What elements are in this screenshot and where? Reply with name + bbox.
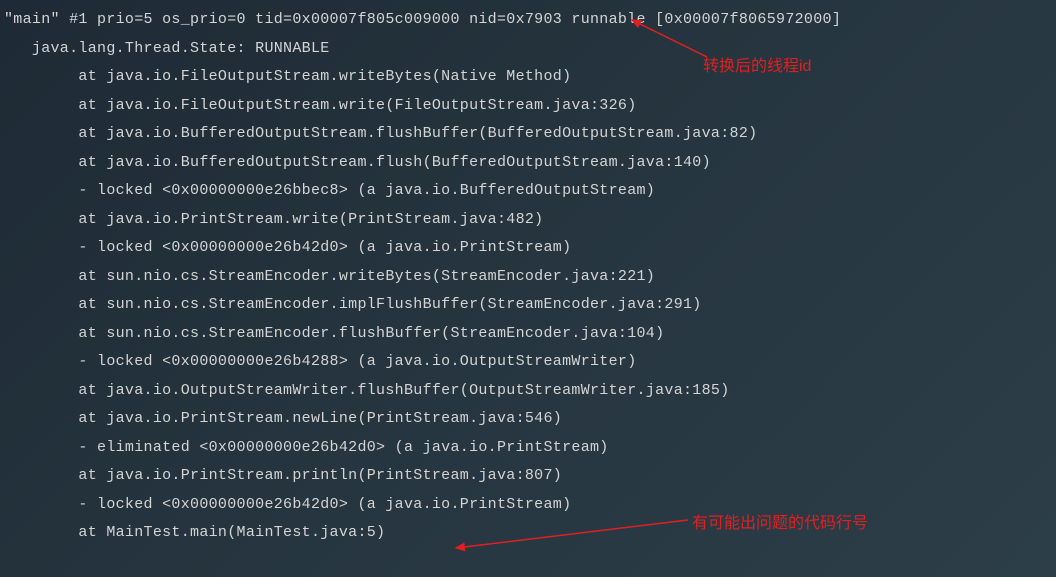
stack-frame: at sun.nio.cs.StreamEncoder.flushBuffer(… (4, 320, 1052, 349)
stack-frame: at java.io.PrintStream.println(PrintStre… (4, 462, 1052, 491)
stacktrace-header: "main" #1 prio=5 os_prio=0 tid=0x00007f8… (4, 6, 1052, 35)
stack-frame: at sun.nio.cs.StreamEncoder.implFlushBuf… (4, 291, 1052, 320)
stack-frame: - locked <0x00000000e26bbec8> (a java.io… (4, 177, 1052, 206)
annotation-code-line: 有可能出问题的代码行号 (692, 509, 868, 539)
stack-frame: at java.io.PrintStream.newLine(PrintStre… (4, 405, 1052, 434)
stack-frame: - eliminated <0x00000000e26b42d0> (a jav… (4, 434, 1052, 463)
stack-frame: at java.io.OutputStreamWriter.flushBuffe… (4, 377, 1052, 406)
stack-frame: - locked <0x00000000e26b4288> (a java.io… (4, 348, 1052, 377)
stack-frame: at java.io.BufferedOutputStream.flush(Bu… (4, 149, 1052, 178)
stack-frame: at java.io.PrintStream.write(PrintStream… (4, 206, 1052, 235)
stack-frame: at java.io.FileOutputStream.writeBytes(N… (4, 63, 1052, 92)
stack-frame: - locked <0x00000000e26b42d0> (a java.io… (4, 234, 1052, 263)
stack-frame: at java.io.FileOutputStream.write(FileOu… (4, 92, 1052, 121)
stack-frame: at java.io.BufferedOutputStream.flushBuf… (4, 120, 1052, 149)
arrow-code-line-icon (448, 512, 693, 564)
thread-state: java.lang.Thread.State: RUNNABLE (4, 35, 1052, 64)
arrow-thread-id-icon (622, 15, 722, 77)
stack-frame: at sun.nio.cs.StreamEncoder.writeBytes(S… (4, 263, 1052, 292)
